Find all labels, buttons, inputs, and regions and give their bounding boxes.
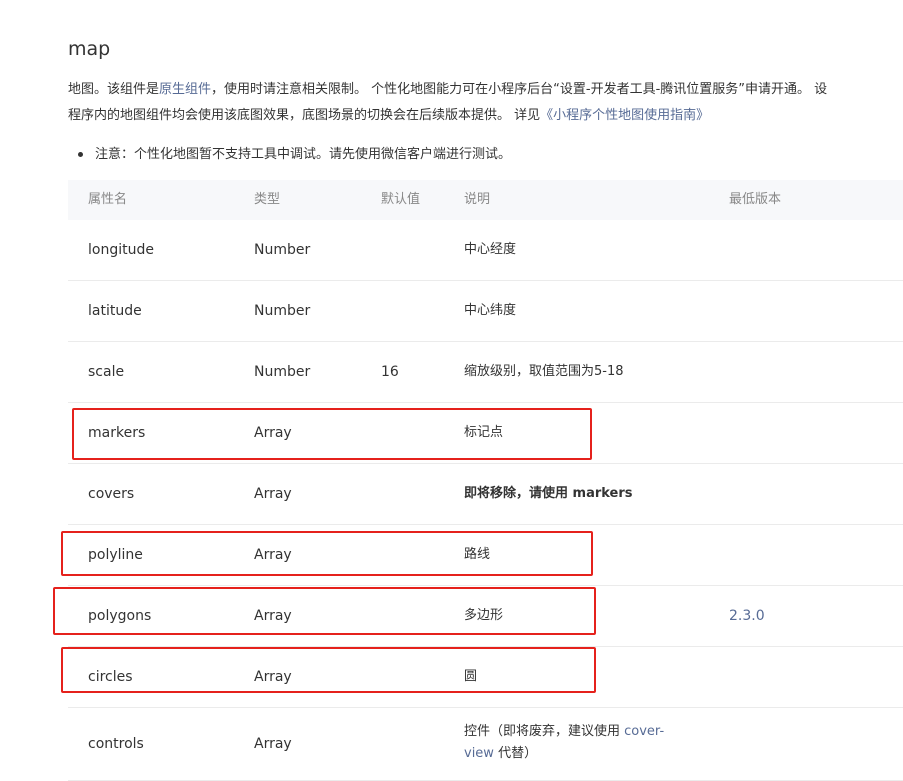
row-name: scale: [88, 364, 125, 380]
cover-view-link-part2: view: [464, 746, 494, 761]
row-type: Array: [254, 425, 292, 441]
header-version: 最低版本: [729, 192, 782, 207]
row-desc: 缩放级别，取值范围为5-18: [464, 364, 624, 379]
attributes-table: 属性名 类型 默认值 说明 最低版本 longitude Number 中心经度…: [68, 180, 903, 781]
cover-view-link-part1: cover-: [624, 724, 665, 739]
row-name: covers: [88, 486, 135, 502]
row-type: Array: [254, 547, 292, 563]
desc-text-pre: 控件（即将废弃，建议使用: [464, 724, 625, 739]
table-row: circles Array 圆: [68, 647, 903, 708]
page-title: map: [68, 38, 111, 60]
row-name: latitude: [88, 303, 142, 319]
personal-map-guide-link[interactable]: 《小程序个性地图使用指南》: [540, 108, 709, 123]
header-type: 类型: [254, 192, 281, 207]
table-row: controls Array 控件（即将废弃，建议使用 cover-view 代…: [68, 708, 903, 781]
table-header: 属性名 类型 默认值 说明 最低版本: [68, 180, 903, 220]
row-desc: 中心纬度: [464, 303, 517, 318]
row-type: Array: [254, 669, 292, 685]
note-list: 注意：个性化地图暂不支持工具中调试。请先使用微信客户端进行测试。: [78, 145, 511, 165]
row-type: Array: [254, 736, 292, 752]
table-row: polyline Array 路线: [68, 525, 903, 586]
row-type: Number: [254, 242, 311, 258]
row-desc: 标记点: [464, 425, 504, 440]
intro-text-2: ，使用时请注意相关限制。 个性化地图能力可在小程序后台“设置-开发者工具-腾讯位…: [211, 82, 828, 97]
row-type: Array: [254, 608, 292, 624]
row-desc: 多边形: [464, 608, 504, 623]
bullet-icon: [78, 152, 83, 157]
desc-text-post: 代替）: [493, 746, 538, 761]
row-desc: 中心经度: [464, 242, 517, 257]
table-row: longitude Number 中心经度: [68, 220, 903, 281]
header-desc: 说明: [464, 192, 491, 207]
table-row: latitude Number 中心纬度: [68, 281, 903, 342]
row-default: 16: [381, 364, 399, 380]
row-name: controls: [88, 736, 144, 752]
row-name: longitude: [88, 242, 154, 258]
row-name: circles: [88, 669, 133, 685]
intro-text-1: 地图。该组件是: [68, 82, 160, 97]
note-item: 注意：个性化地图暂不支持工具中调试。请先使用微信客户端进行测试。: [78, 145, 511, 165]
row-name: polygons: [88, 608, 152, 624]
native-component-link[interactable]: 原生组件: [159, 82, 211, 97]
intro-text-3: 程序内的地图组件均会使用该底图效果，底图场景的切换会在后续版本提供。 详见: [68, 108, 541, 123]
table-row: scale Number 16 缩放级别，取值范围为5-18: [68, 342, 903, 403]
row-type: Array: [254, 486, 292, 502]
row-type: Number: [254, 303, 311, 319]
version-link[interactable]: 2.3.0: [729, 586, 765, 646]
table-row: polygons Array 多边形 2.3.0: [68, 586, 903, 647]
header-name: 属性名: [88, 192, 128, 207]
row-desc: 控件（即将废弃，建议使用 cover-view 代替）: [464, 721, 704, 765]
intro-paragraph: 地图。该组件是原生组件，使用时请注意相关限制。 个性化地图能力可在小程序后台“设…: [68, 77, 903, 129]
row-desc: 圆: [464, 669, 478, 684]
header-default: 默认值: [381, 192, 421, 207]
row-name: polyline: [88, 547, 143, 563]
table-row: covers Array 即将移除，请使用 markers: [68, 464, 903, 525]
row-desc: 路线: [464, 547, 491, 562]
row-desc: 即将移除，请使用 markers: [464, 486, 633, 501]
table-row: markers Array 标记点: [68, 403, 903, 464]
row-type: Number: [254, 364, 311, 380]
row-name: markers: [88, 425, 146, 441]
note-text: 注意：个性化地图暂不支持工具中调试。请先使用微信客户端进行测试。: [95, 147, 512, 162]
